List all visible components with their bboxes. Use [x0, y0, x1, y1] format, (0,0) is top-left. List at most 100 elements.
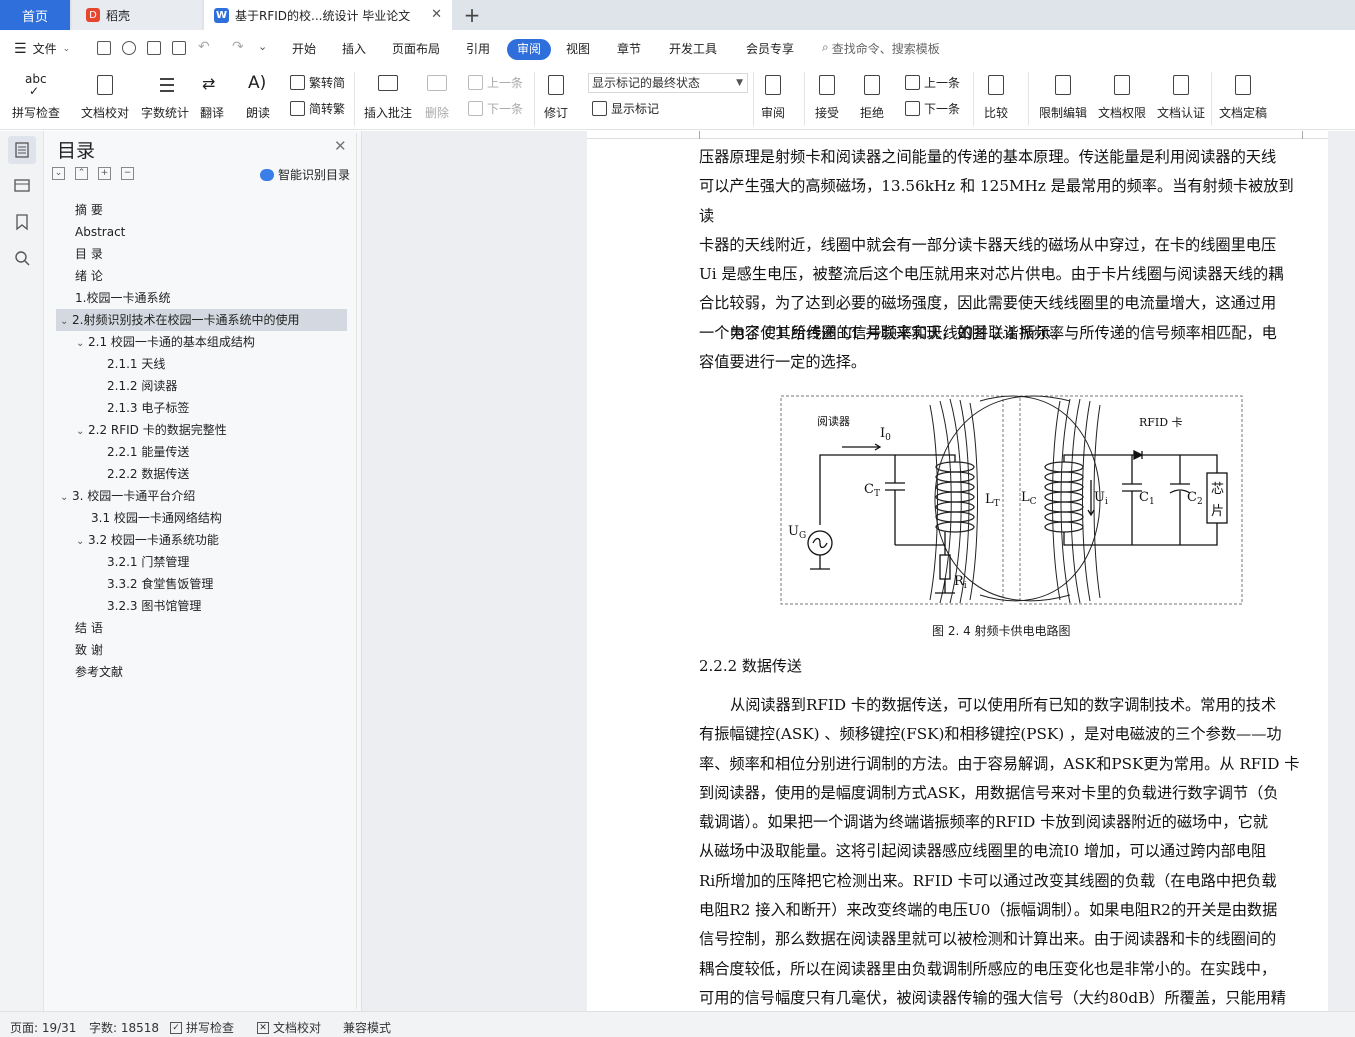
menu-page-layout[interactable]: 页面布局	[392, 40, 440, 57]
toc-item[interactable]: 摘 要	[75, 199, 103, 221]
print-preview-icon[interactable]	[172, 41, 186, 55]
menu-start[interactable]: 开始	[292, 40, 316, 57]
smart-toc-button[interactable]: 智能识别目录	[260, 166, 350, 183]
toc-panel: 目录 ✕ ⌄ ⌃ + − 智能识别目录 摘 要 Abstract 目 录 绪 论…	[44, 131, 362, 1011]
toc-scrollbar[interactable]	[356, 133, 357, 1009]
tab-daoke-label: 稻壳	[106, 8, 131, 23]
chevron-down-icon[interactable]: ⌄	[76, 421, 88, 443]
find-button[interactable]	[8, 244, 36, 272]
chevron-down-icon[interactable]: ⌄	[76, 531, 88, 553]
spell-check-button[interactable]: abc ✓ 拼写检查	[12, 72, 60, 121]
word-count-button[interactable]: 字数统计	[141, 72, 189, 121]
prev-comment-button[interactable]: 上一条	[468, 74, 523, 91]
toc-item-selected[interactable]: ⌄ 2.射频识别技术在校园一卡通系统中的使用	[56, 309, 347, 331]
toc-item[interactable]: 3.2.1 门禁管理	[107, 551, 189, 573]
writer-logo-icon: W	[214, 7, 229, 23]
translate-button[interactable]: ⇄ 翻译	[199, 72, 225, 121]
section-heading[interactable]: 2.2.2 数据传送	[699, 655, 802, 676]
remove-heading-icon[interactable]: −	[121, 167, 134, 180]
insert-comment-label: 插入批注	[364, 106, 413, 120]
close-icon[interactable]: ✕	[334, 137, 347, 155]
toc-item[interactable]: 参考文献	[75, 661, 123, 683]
review-pane-button[interactable]: 审阅	[760, 72, 786, 121]
toc-item[interactable]: 2.1.1 天线	[107, 353, 165, 375]
word-count-status[interactable]: 字数: 18518	[89, 1019, 159, 1036]
toc-item[interactable]: 目 录	[75, 243, 103, 265]
prev-change-button[interactable]: 上一条	[905, 74, 960, 91]
new-tab-button[interactable]: +	[458, 0, 486, 30]
simp-to-trad-button[interactable]: 简转繁	[290, 100, 345, 117]
toc-item[interactable]: ⌄ 3. 校园一卡通平台介绍	[60, 485, 195, 507]
expand-all-icon[interactable]: ⌄	[52, 167, 65, 180]
more-chevron-icon[interactable]: ⌄	[258, 40, 267, 53]
toc-item[interactable]: 2.2.2 数据传送	[107, 463, 189, 485]
toc-item[interactable]: 2.2.1 能量传送	[107, 441, 189, 463]
paragraph-energy[interactable]: 压器原理是射频卡和阅读器之间能量的传递的基本原理。传送能量是利用阅读器的天线 可…	[699, 143, 1303, 348]
save-icon[interactable]	[97, 41, 111, 55]
reject-button[interactable]: 拒绝	[859, 72, 885, 121]
collapse-all-icon[interactable]: ⌃	[75, 167, 88, 180]
toc-item[interactable]: 绪 论	[75, 265, 103, 287]
tab-document[interactable]: W 基于RFID的校...统设计 毕业论文 ✕	[204, 0, 452, 30]
close-tab-icon[interactable]: ✕	[431, 7, 442, 22]
word-count-status-label: 字数: 18518	[89, 1021, 160, 1035]
toc-item[interactable]: 3.2.3 图书馆管理	[107, 595, 201, 617]
toc-panel-button[interactable]	[8, 136, 36, 164]
redo-icon[interactable]: ↷	[232, 39, 244, 55]
file-menu[interactable]: ☰ 文件 ⌄	[14, 40, 70, 57]
next-comment-button[interactable]: 下一条	[468, 100, 523, 117]
toc-item[interactable]: 2.1.3 电子标签	[107, 397, 189, 419]
markup-state-select[interactable]: 显示标记的最终状态 ▼	[588, 73, 748, 93]
toc-item[interactable]: 结 语	[75, 617, 103, 639]
toc-item[interactable]: ⌄ 3.2 校园一卡通系统功能	[76, 529, 219, 551]
accept-button[interactable]: 接受	[814, 72, 840, 121]
proofread-status[interactable]: ✕ 文档校对	[257, 1019, 321, 1036]
undo-icon[interactable]: ↶	[198, 39, 210, 55]
insert-comment-button[interactable]: 插入批注	[364, 72, 412, 121]
toc-item[interactable]: 1.校园一卡通系统	[75, 287, 170, 309]
next-change-button[interactable]: 下一条	[905, 100, 960, 117]
add-heading-icon[interactable]: +	[98, 167, 111, 180]
compare-button[interactable]: 比较	[983, 72, 1009, 121]
chapter-nav-button[interactable]	[8, 171, 36, 199]
command-search[interactable]: ⌕ 查找命令、搜索模板	[822, 40, 940, 57]
toc-item[interactable]: ⌄ 2.2 RFID 卡的数据完整性	[76, 419, 227, 441]
paragraph-data-transfer[interactable]: 从阅读器到RFID 卡的数据传送，可以使用所有已知的数字调制技术。常用的技术 有…	[699, 691, 1303, 1013]
menu-reference[interactable]: 引用	[466, 40, 490, 57]
doc-proofread-button[interactable]: 文档校对	[81, 72, 129, 121]
menu-member[interactable]: 会员专享	[746, 40, 794, 57]
page-indicator[interactable]: 页面: 19/31	[10, 1019, 76, 1036]
menu-insert[interactable]: 插入	[342, 40, 366, 57]
toc-item[interactable]: 3.3.2 食堂售饭管理	[107, 573, 213, 595]
show-markup-button[interactable]: 显示标记	[592, 100, 659, 117]
delete-comment-button[interactable]: 删除	[424, 72, 450, 121]
chevron-down-icon[interactable]: ⌄	[60, 311, 72, 333]
menu-chapter[interactable]: 章节	[617, 40, 641, 57]
toc-item[interactable]: 3.1 校园一卡通网络结构	[91, 507, 222, 529]
menu-review[interactable]: 审阅	[507, 39, 551, 60]
toc-item[interactable]: 致 谢	[75, 639, 103, 661]
toc-item[interactable]: ⌄ 2.1 校园一卡通的基本组成结构	[76, 331, 255, 353]
track-changes-button[interactable]: 修订	[543, 72, 569, 121]
doc-finalize-button[interactable]: 文档定稿	[1219, 72, 1267, 121]
print-icon[interactable]	[147, 41, 161, 55]
trad-to-simp-button[interactable]: 繁转简	[290, 74, 345, 91]
restrict-edit-button[interactable]: 限制编辑	[1039, 72, 1087, 121]
spell-check-status[interactable]: ✓ 拼写检查	[170, 1019, 234, 1036]
chevron-down-icon[interactable]: ⌄	[76, 333, 88, 355]
tab-home[interactable]: 首页	[0, 0, 70, 30]
chevron-down-icon[interactable]: ⌄	[60, 487, 72, 509]
menu-view[interactable]: 视图	[566, 40, 590, 57]
toc-item[interactable]: 2.1.2 阅读器	[107, 375, 177, 397]
proofread-status-label: 文档校对	[273, 1021, 322, 1035]
bookmark-button[interactable]	[8, 208, 36, 236]
paragraph-capacitor[interactable]: 为了使其所传递的信号频率和天线的并联谐振频率与所传递的信号频率相匹配，电 容值要…	[699, 319, 1303, 378]
doc-cert-button[interactable]: 文档认证	[1157, 72, 1205, 121]
tab-daoke[interactable]: D 稻壳	[72, 0, 202, 30]
doc-permission-button[interactable]: 文档权限	[1098, 72, 1146, 121]
export-icon[interactable]	[122, 41, 136, 55]
menu-developer[interactable]: 开发工具	[669, 40, 717, 57]
toc-item[interactable]: Abstract	[75, 221, 125, 243]
read-aloud-button[interactable]: A) 朗读	[245, 72, 271, 121]
document-page[interactable]: 压器原理是射频卡和阅读器之间能量的传递的基本原理。传送能量是利用阅读器的天线 可…	[587, 131, 1328, 1011]
